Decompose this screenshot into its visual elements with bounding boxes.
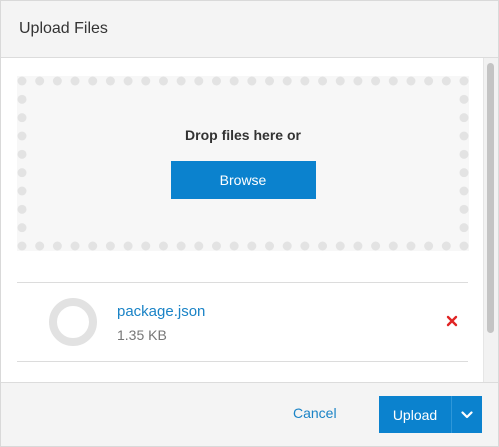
dialog-body: Drop files here or Browse package.json 1… bbox=[1, 58, 498, 383]
upload-button-label[interactable]: Upload bbox=[379, 407, 451, 423]
chevron-down-icon[interactable] bbox=[452, 410, 482, 419]
browse-button[interactable]: Browse bbox=[170, 160, 316, 199]
drop-zone[interactable]: Drop files here or Browse bbox=[17, 76, 469, 251]
drop-zone-text: Drop files here or bbox=[185, 126, 301, 143]
file-list-item: package.json 1.35 KB bbox=[17, 282, 468, 362]
dialog-footer: Cancel Upload bbox=[1, 382, 498, 446]
close-icon[interactable] bbox=[444, 313, 460, 329]
upload-files-dialog: Upload Files Drop files here or Browse p… bbox=[0, 0, 499, 447]
file-name[interactable]: package.json bbox=[117, 303, 205, 320]
ring-icon bbox=[49, 298, 97, 346]
cancel-button[interactable]: Cancel bbox=[293, 405, 337, 421]
dialog-title: Upload Files bbox=[19, 20, 108, 37]
scrollbar[interactable] bbox=[483, 58, 498, 383]
dialog-header: Upload Files bbox=[1, 1, 498, 58]
upload-split-button[interactable]: Upload bbox=[379, 396, 482, 433]
file-size: 1.35 KB bbox=[117, 327, 167, 343]
scrollbar-thumb[interactable] bbox=[487, 63, 494, 333]
